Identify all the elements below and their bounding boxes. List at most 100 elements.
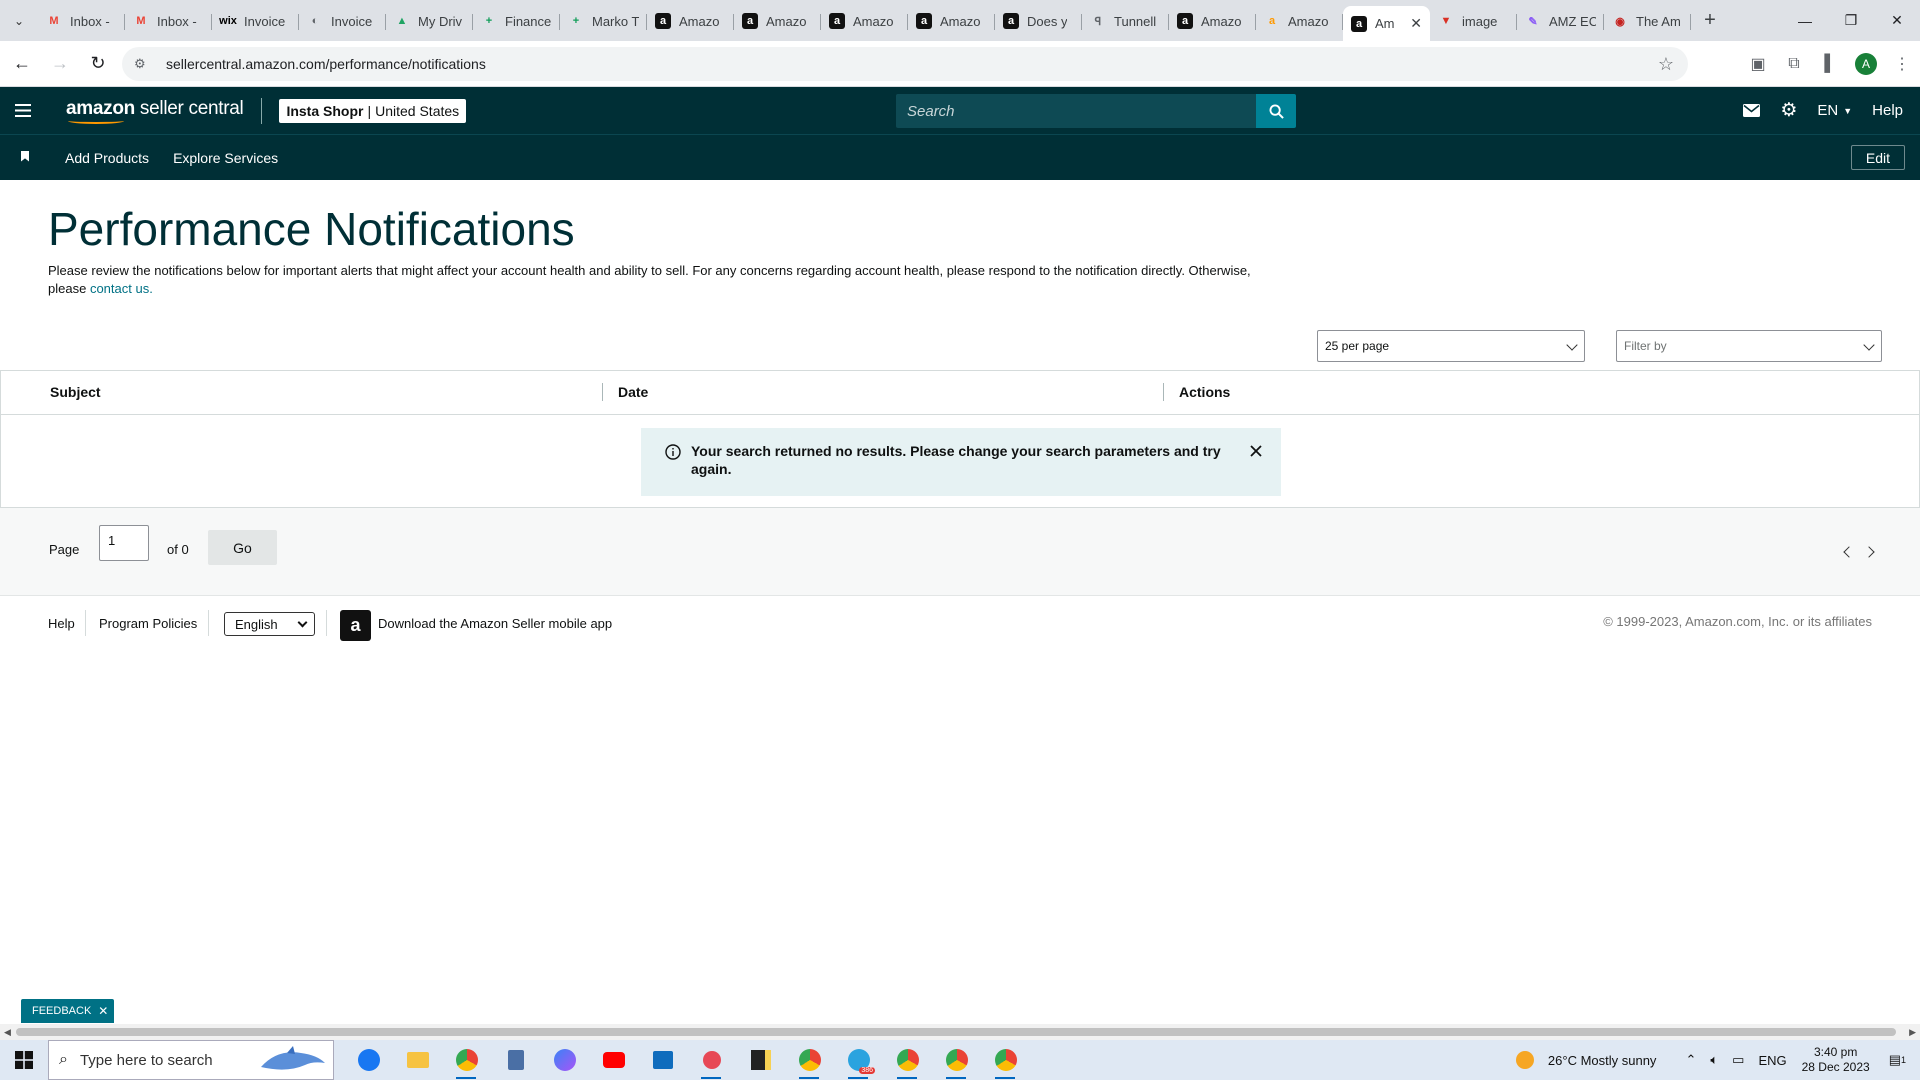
extension-off-icon[interactable]: ▣ <box>1740 54 1776 74</box>
browser-tab[interactable]: wix Invoice <box>212 6 299 36</box>
file-explorer-icon[interactable] <box>393 1040 442 1080</box>
bookmark-icon[interactable] <box>19 151 37 165</box>
horizontal-scrollbar[interactable]: ◀ ▶ <box>0 1024 1920 1040</box>
reload-icon[interactable]: ↻ <box>82 48 114 80</box>
column-subject[interactable]: Subject <box>50 384 101 400</box>
close-icon[interactable] <box>1249 444 1263 458</box>
browser-tab[interactable]: M Inbox - <box>38 6 125 36</box>
nav-add-products[interactable]: Add Products <box>65 150 149 166</box>
program-policies-link[interactable]: Program Policies <box>99 616 197 631</box>
browser-tab[interactable]: a Amazo <box>647 6 734 36</box>
browser-tab[interactable]: + Finance <box>473 6 560 36</box>
browser-tab[interactable]: ▼ image <box>1430 6 1517 36</box>
back-arrow-icon[interactable]: ← <box>6 48 38 80</box>
language-selector[interactable]: EN ▼ <box>1817 102 1852 119</box>
store-switcher[interactable]: Insta Shopr | United States <box>279 98 467 123</box>
side-panel-icon[interactable]: ▌ <box>1812 55 1848 73</box>
site-settings-icon[interactable]: ⚙ <box>134 56 152 72</box>
scrollbar-thumb[interactable] <box>16 1028 1896 1036</box>
footer-help-link[interactable]: Help <box>48 616 75 631</box>
browser-tab[interactable]: ꟼ Tunnell <box>1082 6 1169 36</box>
browser-tab[interactable]: ◐ Invoice <box>299 6 386 36</box>
tab-search-icon[interactable]: ⌄ <box>0 0 38 41</box>
contact-us-link[interactable]: contact us. <box>90 281 153 296</box>
mail-icon[interactable] <box>1743 104 1761 117</box>
telegram-badge: 386 <box>859 1067 875 1074</box>
browser-tab[interactable]: a Does y <box>995 6 1082 36</box>
weather-text[interactable]: 26°C Mostly sunny <box>1548 1053 1657 1068</box>
feedback-button[interactable]: FEEDBACK ✕ <box>21 999 114 1023</box>
vivaldi-icon: ▼ <box>1440 15 1452 27</box>
scroll-left-icon[interactable]: ◀ <box>4 1027 11 1038</box>
extensions-puzzle-icon[interactable]: ⧉ <box>1776 55 1812 73</box>
browser-tab[interactable]: + Marko T <box>560 6 647 36</box>
forward-arrow-icon[interactable]: → <box>44 48 76 80</box>
browser-tab[interactable]: ▲ My Driv <box>386 6 473 36</box>
volume-icon[interactable]: 🔈︎ <box>1710 1052 1718 1068</box>
footer-language-select[interactable]: English <box>224 612 315 636</box>
search-button[interactable] <box>1256 94 1296 128</box>
amazon-seller-app-icon[interactable]: a <box>340 610 371 641</box>
input-language[interactable]: ENG <box>1758 1053 1786 1068</box>
settings-gear-icon[interactable]: ⚙ <box>1780 99 1797 122</box>
chevron-right-icon[interactable] <box>1863 546 1875 558</box>
taskbar-search[interactable]: ⌕ Type here to search <box>48 1040 334 1080</box>
windows-start-icon[interactable] <box>0 1051 48 1069</box>
youtube-icon[interactable] <box>589 1040 638 1080</box>
chrome-profile-icon[interactable] <box>932 1040 981 1080</box>
filter-select[interactable]: Filter by <box>1616 330 1882 362</box>
tray-chevron-up-icon[interactable]: ⌃ <box>1685 1052 1696 1068</box>
new-tab-icon[interactable]: + <box>1695 9 1725 32</box>
hamburger-menu-icon[interactable] <box>0 104 46 117</box>
go-button[interactable]: Go <box>208 530 277 565</box>
nav-explore-services[interactable]: Explore Services <box>173 150 278 166</box>
browser-tab[interactable]: a Amazo <box>734 6 821 36</box>
edit-nav-button[interactable]: Edit <box>1850 145 1905 170</box>
logo-seller-central-text: seller central <box>134 97 244 119</box>
browser-tab[interactable]: a Amazo <box>908 6 995 36</box>
facebook-icon[interactable] <box>344 1040 393 1080</box>
weather-icon[interactable] <box>1515 1051 1534 1069</box>
scroll-right-icon[interactable]: ▶ <box>1909 1027 1916 1038</box>
browser-tab[interactable]: M Inbox - <box>125 6 212 36</box>
close-window-icon[interactable]: ✕ <box>1874 0 1920 41</box>
chrome-profile-icon[interactable] <box>981 1040 1030 1080</box>
browser-menu-icon[interactable]: ⋮ <box>1884 54 1920 74</box>
chrome-profile-icon[interactable] <box>442 1040 491 1080</box>
browser-tab[interactable]: a Amazo <box>1169 6 1256 36</box>
minimize-icon[interactable]: — <box>1782 0 1828 41</box>
store-icon[interactable] <box>638 1040 687 1080</box>
browser-tab[interactable]: a Amazo <box>821 6 908 36</box>
calculator-icon[interactable] <box>491 1040 540 1080</box>
browser-tab[interactable]: ◉ The Am <box>1604 6 1691 36</box>
network-icon[interactable]: ▭ <box>1732 1052 1744 1068</box>
chevron-left-icon[interactable] <box>1843 546 1855 558</box>
seller-central-logo[interactable]: amazon seller central <box>66 97 244 124</box>
profile-avatar[interactable]: A <box>1855 53 1877 75</box>
chrome-profile-icon[interactable] <box>785 1040 834 1080</box>
tab-title: Inbox - <box>157 13 197 29</box>
bookmark-star-icon[interactable]: ☆ <box>1658 54 1674 75</box>
per-page-select[interactable]: 25 per page <box>1317 330 1585 362</box>
clock[interactable]: 3:40 pm 28 Dec 2023 <box>1802 1045 1870 1075</box>
help-link[interactable]: Help <box>1872 102 1903 119</box>
sticky-notes-icon[interactable] <box>736 1040 785 1080</box>
url-bar[interactable]: ⚙ sellercentral.amazon.com/performance/n… <box>122 47 1688 81</box>
snipping-tool-icon[interactable] <box>687 1040 736 1080</box>
telegram-icon[interactable]: 386 <box>834 1040 883 1080</box>
seller-search-input[interactable]: Search <box>896 94 1256 128</box>
browser-tab[interactable]: ✎ AMZ EC <box>1517 6 1604 36</box>
browser-tab[interactable]: a Amazo <box>1256 6 1343 36</box>
chrome-profile-icon[interactable] <box>883 1040 932 1080</box>
close-icon[interactable]: ✕ <box>98 1004 108 1018</box>
page-number-input[interactable]: 1 <box>99 525 149 561</box>
close-tab-icon[interactable]: ✕ <box>1410 15 1422 32</box>
notifications-icon[interactable]: ▤ 1 <box>1889 1052 1906 1068</box>
dolphin-search-highlight-icon <box>261 1046 325 1070</box>
globe-icon: ◐ <box>311 15 319 27</box>
column-date[interactable]: Date <box>618 384 648 400</box>
download-app-link[interactable]: Download the Amazon Seller mobile app <box>378 616 612 631</box>
browser-tab-active[interactable]: a Am ✕ <box>1343 6 1430 41</box>
restore-icon[interactable]: ❐ <box>1828 0 1874 41</box>
copilot-icon[interactable] <box>540 1040 589 1080</box>
